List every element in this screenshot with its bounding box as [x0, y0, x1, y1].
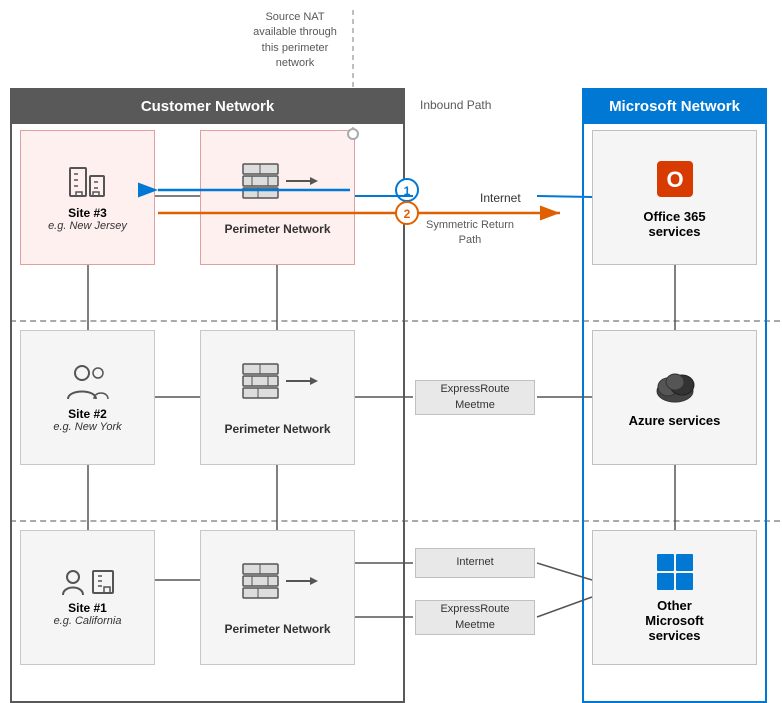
divider-1: [10, 320, 780, 322]
other-microsoft-box: Other Microsoft services: [592, 530, 757, 665]
person-icon-site1: [61, 569, 85, 595]
expressroute-meetme-2: ExpressRouteMeetme: [415, 600, 535, 635]
perimeter-network-2: Perimeter Network: [200, 330, 355, 465]
site1-label: Site #1: [68, 601, 107, 615]
people-icon-site2: [66, 363, 110, 401]
firewall-icon-2: [238, 359, 318, 414]
internet-connector-bottom: Internet: [415, 548, 535, 578]
site1-sublabel: e.g. California: [54, 615, 122, 627]
office365-box: O Office 365 services: [592, 130, 757, 265]
svg-text:2: 2: [404, 207, 411, 221]
perimeter-label-3: Perimeter Network: [224, 622, 330, 636]
source-nat-label: Source NAT available through this perime…: [230, 10, 360, 72]
symmetric-return-path-label: Symmetric Return Path: [415, 218, 525, 249]
customer-network-header: Customer Network: [10, 88, 405, 124]
svg-text:1: 1: [404, 184, 411, 198]
site3-sublabel: e.g. New Jersey: [48, 220, 127, 232]
inbound-path-label: Inbound Path: [420, 98, 491, 112]
perimeter-label-2: Perimeter Network: [224, 422, 330, 436]
svg-text:O: O: [666, 167, 683, 192]
office365-label: Office 365 services: [643, 209, 705, 239]
azure-icon: [650, 367, 700, 405]
firewall-icon-3: [238, 559, 318, 614]
site1-box: Site #1 e.g. California: [20, 530, 155, 665]
perimeter-label-1: Perimeter Network: [224, 222, 330, 236]
other-microsoft-label: Other Microsoft services: [645, 598, 704, 643]
firewall-icon-1: [238, 159, 318, 214]
svg-text:Internet: Internet: [480, 191, 521, 205]
perimeter-network-3: Perimeter Network: [200, 530, 355, 665]
site3-label: Site #3: [68, 206, 107, 220]
office365-icon: O: [653, 157, 697, 201]
site1-icon-row: [61, 569, 115, 595]
building-icon-site1: [91, 569, 115, 595]
perimeter-network-1: Perimeter Network: [200, 130, 355, 265]
site2-sublabel: e.g. New York: [53, 421, 121, 433]
site2-box: Site #2 e.g. New York: [20, 330, 155, 465]
windows-icon: [655, 552, 695, 590]
azure-box: Azure services: [592, 330, 757, 465]
diagram-container: Source NAT available through this perime…: [0, 0, 782, 691]
site3-box: Site #3 e.g. New Jersey: [20, 130, 155, 265]
site2-label: Site #2: [68, 407, 107, 421]
divider-2: [10, 520, 780, 522]
azure-label: Azure services: [629, 413, 721, 428]
microsoft-network-header: Microsoft Network: [582, 88, 767, 124]
building-icon-site3: [68, 164, 108, 200]
expressroute-meetme-1: ExpressRouteMeetme: [415, 380, 535, 415]
